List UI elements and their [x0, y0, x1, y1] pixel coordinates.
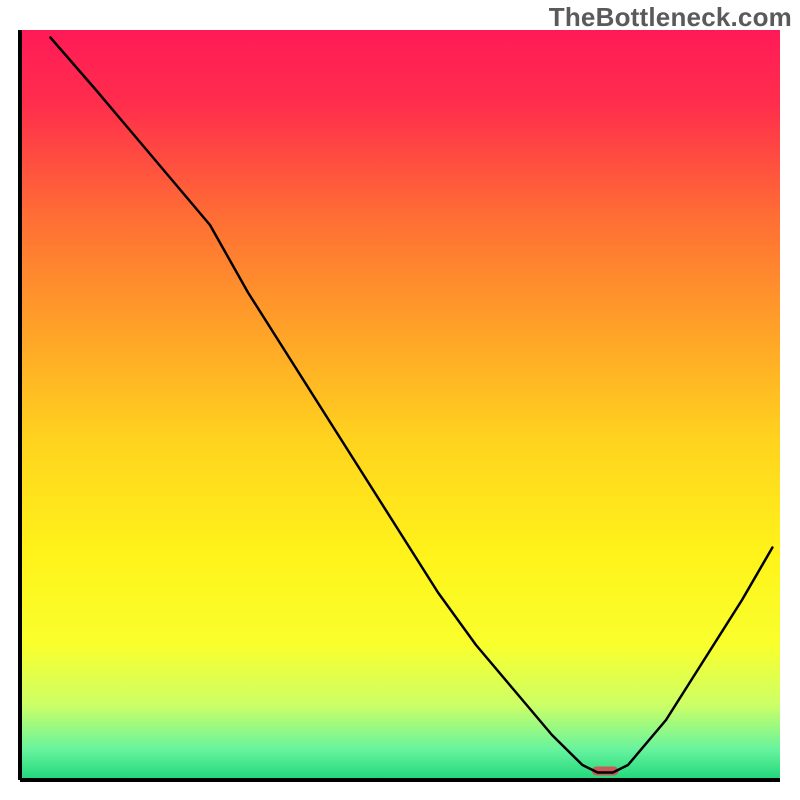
chart-root: TheBottleneck.com [0, 0, 800, 800]
chart-background [20, 30, 780, 780]
plot-area [20, 30, 780, 780]
watermark-label: TheBottleneck.com [549, 2, 792, 33]
chart-svg [0, 0, 800, 800]
